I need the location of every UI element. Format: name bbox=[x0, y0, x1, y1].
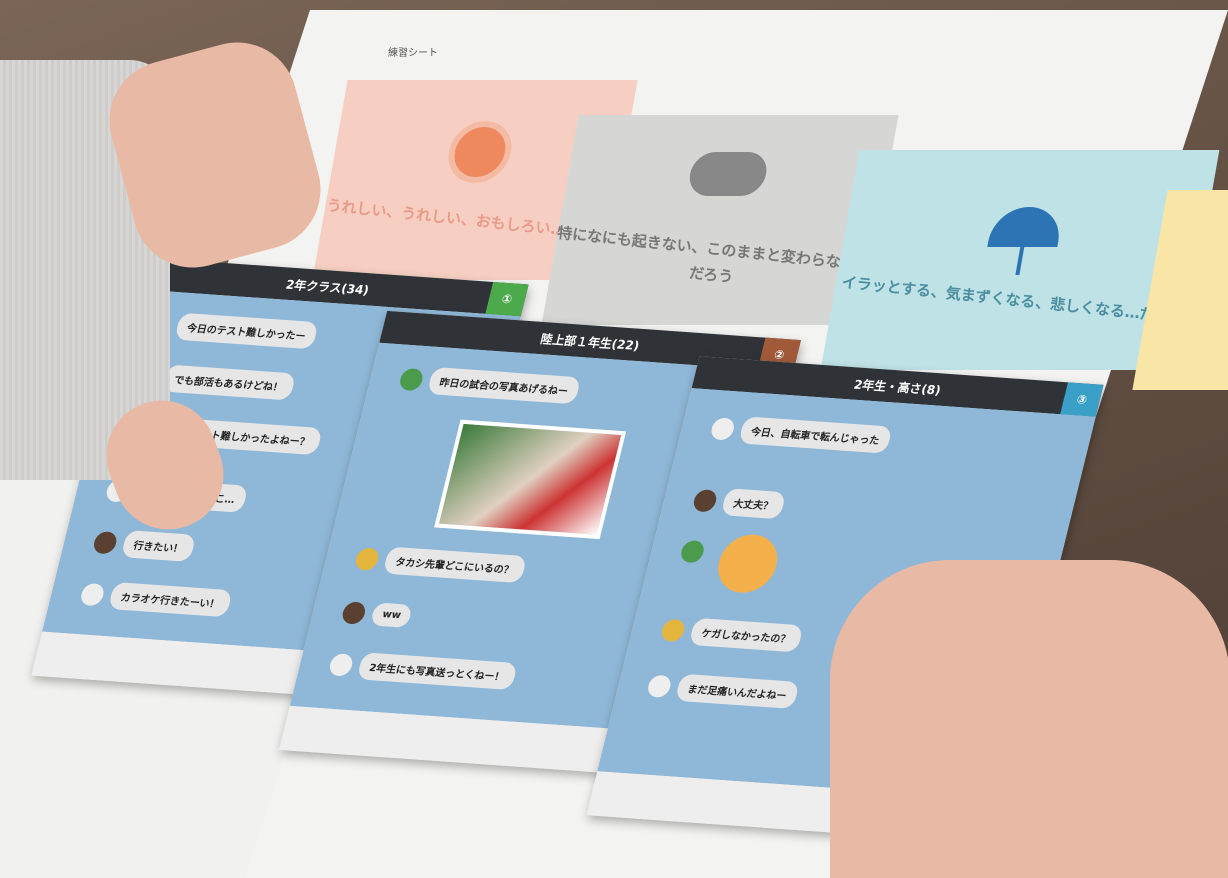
chat-message: 行きたい！ bbox=[91, 528, 197, 562]
avatar bbox=[91, 530, 119, 554]
chat-title: 陸上部１年生(22) bbox=[539, 331, 641, 353]
shared-photo[interactable] bbox=[434, 419, 627, 540]
avatar bbox=[659, 618, 687, 642]
chat-message: 今日のテスト難しかったー bbox=[145, 311, 319, 350]
chat-message: 今日、自転車で転んじゃった bbox=[709, 414, 893, 454]
header-neutral-text: 特になにも起きない、このままと変わらない…だろう bbox=[556, 223, 872, 287]
chat-title: 2年生・高さ(8) bbox=[852, 376, 943, 398]
chat-message: まだ足痛いんだよねー bbox=[645, 672, 800, 709]
chat-message: ww bbox=[340, 600, 414, 628]
chat-message: カラオケ行きたーい！ bbox=[78, 580, 233, 618]
sticker-message bbox=[678, 539, 707, 564]
chat-message: ケガしなかったの？ bbox=[659, 616, 804, 653]
avatar bbox=[691, 488, 719, 513]
sheet-title: 練習シート bbox=[388, 48, 438, 59]
chat-message: 2年生にも写真送っとくねー！ bbox=[327, 650, 518, 691]
chat-message: タカシ先輩どこにいるの？ bbox=[353, 544, 527, 584]
smile-sticker-icon bbox=[711, 532, 784, 595]
chat-message: 昨日の試合の写真あげるねー bbox=[397, 365, 582, 405]
chat-message: 大丈夫？ bbox=[691, 486, 787, 520]
cloud-icon bbox=[686, 152, 770, 196]
avatar bbox=[645, 674, 674, 698]
chat-title: 2年クラス(34) bbox=[284, 277, 371, 297]
sun-icon bbox=[450, 127, 510, 177]
avatar bbox=[78, 582, 107, 606]
avatar bbox=[327, 652, 355, 677]
header-sad-text: イラッとする、気まずくなる、悲しくなる…だろう bbox=[841, 273, 1185, 327]
avatar bbox=[709, 416, 737, 441]
umbrella-icon bbox=[987, 207, 1065, 247]
right-hand bbox=[830, 560, 1228, 878]
avatar bbox=[340, 600, 368, 625]
avatar bbox=[353, 546, 381, 571]
avatar bbox=[397, 367, 425, 391]
avatar bbox=[678, 539, 707, 564]
